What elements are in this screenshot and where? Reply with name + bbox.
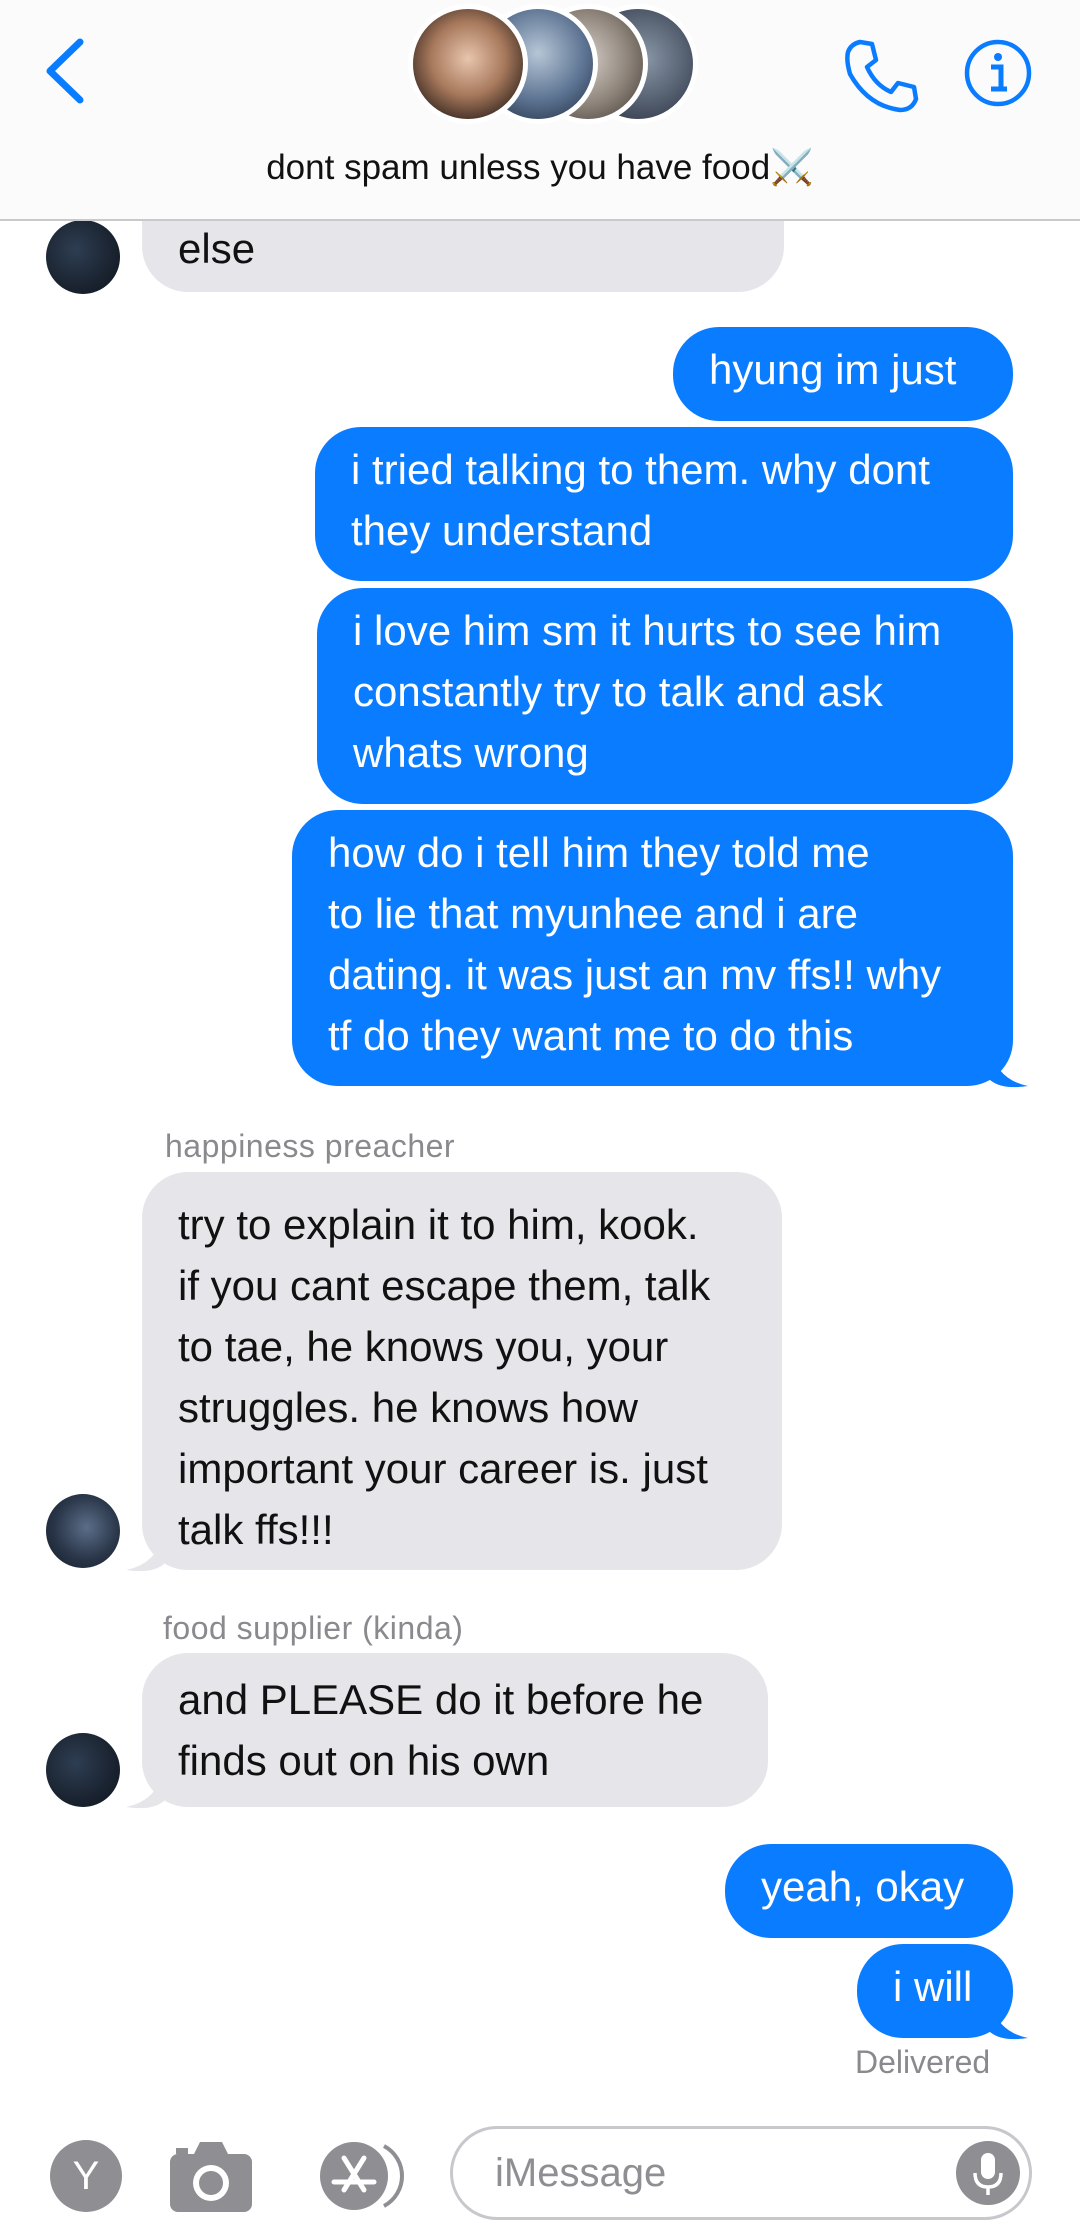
message-line: they understand [351, 507, 653, 554]
sender-avatar[interactable] [46, 1733, 120, 1807]
sender-avatar[interactable] [46, 1494, 120, 1568]
camera-icon[interactable] [168, 2138, 254, 2214]
message-bubble[interactable]: and PLEASE do it before he finds out on … [142, 1653, 768, 1807]
phone-icon[interactable] [842, 36, 920, 114]
message-bubble[interactable]: i love him sm it hurts to see him consta… [317, 588, 1013, 804]
message-line: tf do they want me to do this [328, 1012, 854, 1059]
group-name: dont spam unless you have food [266, 148, 771, 187]
sender-name: happiness preacher [165, 1128, 456, 1164]
message-line: struggles. he knows how [178, 1384, 638, 1431]
message-line: dating. it was just an mv ffs!! why [328, 951, 942, 998]
sender-name: food supplier (kinda) [163, 1610, 464, 1646]
message-line: whats wrong [353, 729, 589, 776]
conversation-header: dont spam unless you have food⚔️ [0, 0, 1080, 221]
message-list: else hyung im just i tried talking to th… [0, 0, 1080, 2228]
message-bubble[interactable]: hyung im just [673, 327, 1013, 421]
message-line: else [178, 225, 256, 272]
message-input-placeholder: iMessage [495, 2151, 667, 2195]
message-line: and PLEASE do it before he [178, 1676, 704, 1723]
bubble-tail [990, 2002, 1028, 2040]
message-line: hyung im just [709, 346, 957, 393]
message-line: if you cant escape them, talk [178, 1262, 711, 1309]
message-line: i tried talking to them. why dont [351, 446, 930, 493]
memoji-button[interactable]: Y [50, 2140, 122, 2212]
message-line: finds out on his own [178, 1737, 550, 1784]
info-icon[interactable] [963, 38, 1033, 108]
bubble-tail [126, 1534, 164, 1572]
message-line: to lie that myunhee and i are [328, 890, 859, 937]
appstore-icon[interactable] [308, 2138, 408, 2214]
chevron-left-icon[interactable] [40, 36, 90, 106]
message-line: talk ffs!!! [178, 1506, 334, 1553]
message-line: to tae, he knows you, your [178, 1323, 669, 1370]
message-bubble[interactable]: try to explain it to him, kook. if you c… [142, 1172, 782, 1570]
message-input[interactable]: iMessage [450, 2126, 1032, 2220]
bubble-tail [126, 1771, 164, 1809]
message-line: important your career is. just [178, 1445, 708, 1492]
message-bubble[interactable]: i tried talking to them. why dont they u… [315, 427, 1013, 581]
group-title[interactable]: dont spam unless you have food⚔️ [0, 147, 1080, 188]
message-line: how do i tell him they told me [328, 829, 870, 876]
memoji-letter: Y [72, 2154, 100, 2198]
message-bubble[interactable]: yeah, okay [725, 1844, 1013, 1938]
message-bubble[interactable]: how do i tell him they told me to lie th… [292, 810, 1013, 1086]
crossed-swords-emoji: ⚔️ [770, 148, 814, 187]
message-line: constantly try to talk and ask [353, 668, 883, 715]
delivered-status: Delivered [855, 2044, 991, 2080]
bubble-tail [990, 1050, 1028, 1088]
message-line: try to explain it to him, kook. [178, 1201, 699, 1248]
group-avatar [408, 4, 528, 124]
microphone-icon[interactable] [956, 2141, 1020, 2205]
group-avatars[interactable] [408, 4, 698, 129]
message-line: i love him sm it hurts to see him [353, 607, 942, 654]
message-line: yeah, okay [761, 1863, 965, 1910]
message-line: i will [893, 1963, 973, 2010]
sender-avatar[interactable] [46, 220, 120, 294]
